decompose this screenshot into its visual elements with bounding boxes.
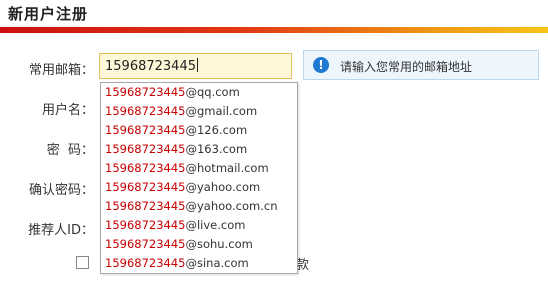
info-icon: ! — [313, 57, 329, 73]
page-title: 新用户注册 — [8, 5, 89, 23]
email-suggestion-list: 15968723445@qq.com 15968723445@gmail.com 1… — [100, 82, 298, 274]
title-divider — [0, 27, 548, 33]
suggestion-domain: @live.com — [185, 218, 246, 232]
email-suggestion-item[interactable]: 15968723445@live.com — [101, 216, 297, 235]
suggestion-domain: @gmail.com — [185, 104, 258, 118]
suggestion-domain: @qq.com — [185, 85, 240, 99]
text-caret — [196, 58, 198, 72]
email-suggestion-item[interactable]: 15968723445@yahoo.com.cn — [101, 197, 297, 216]
suggestion-prefix: 15968723445 — [105, 180, 186, 194]
agree-checkbox[interactable] — [76, 256, 89, 269]
suggestion-prefix: 15968723445 — [105, 85, 186, 99]
suggestion-prefix: 15968723445 — [105, 104, 186, 118]
email-suggestion-item[interactable]: 15968723445@hotmail.com — [101, 159, 297, 178]
suggestion-domain: @yahoo.com.cn — [185, 199, 278, 213]
email-suggestion-item[interactable]: 15968723445@qq.com — [101, 83, 297, 102]
email-field[interactable]: 15968723445 — [99, 53, 292, 79]
confirm-password-label: 确认密码： — [28, 183, 94, 198]
email-suggestion-item[interactable]: 15968723445@gmail.com — [101, 102, 297, 121]
suggestion-prefix: 15968723445 — [105, 237, 186, 251]
referrer-id-label: 推荐人ID： — [28, 223, 94, 238]
email-suggestion-item[interactable]: 15968723445@163.com — [101, 140, 297, 159]
email-field-value: 15968723445 — [105, 59, 196, 74]
suggestion-prefix: 15968723445 — [105, 256, 186, 270]
email-tip-text: 请输入您常用的邮箱地址 — [340, 60, 473, 74]
email-suggestion-item[interactable]: 15968723445@126.com — [101, 121, 297, 140]
email-suggestion-item[interactable]: 15968723445@yahoo.com — [101, 178, 297, 197]
suggestion-domain: @sina.com — [185, 256, 249, 270]
suggestion-prefix: 15968723445 — [105, 199, 186, 213]
password-label: 密 码： — [46, 143, 94, 158]
email-tip: ! 请输入您常用的邮箱地址 — [303, 50, 539, 80]
suggestion-prefix: 15968723445 — [105, 142, 186, 156]
suggestion-prefix: 15968723445 — [105, 161, 186, 175]
suggestion-prefix: 15968723445 — [105, 218, 186, 232]
suggestion-domain: @hotmail.com — [185, 161, 269, 175]
email-label: 常用邮箱： — [28, 63, 94, 78]
suggestion-domain: @163.com — [185, 142, 248, 156]
email-suggestion-item[interactable]: 15968723445@sina.com — [101, 254, 297, 273]
email-suggestion-item[interactable]: 15968723445@sohu.com — [101, 235, 297, 254]
suggestion-prefix: 15968723445 — [105, 123, 186, 137]
suggestion-domain: @126.com — [185, 123, 248, 137]
username-label: 用户名： — [41, 103, 94, 118]
suggestion-domain: @yahoo.com — [185, 180, 261, 194]
suggestion-domain: @sohu.com — [185, 237, 253, 251]
